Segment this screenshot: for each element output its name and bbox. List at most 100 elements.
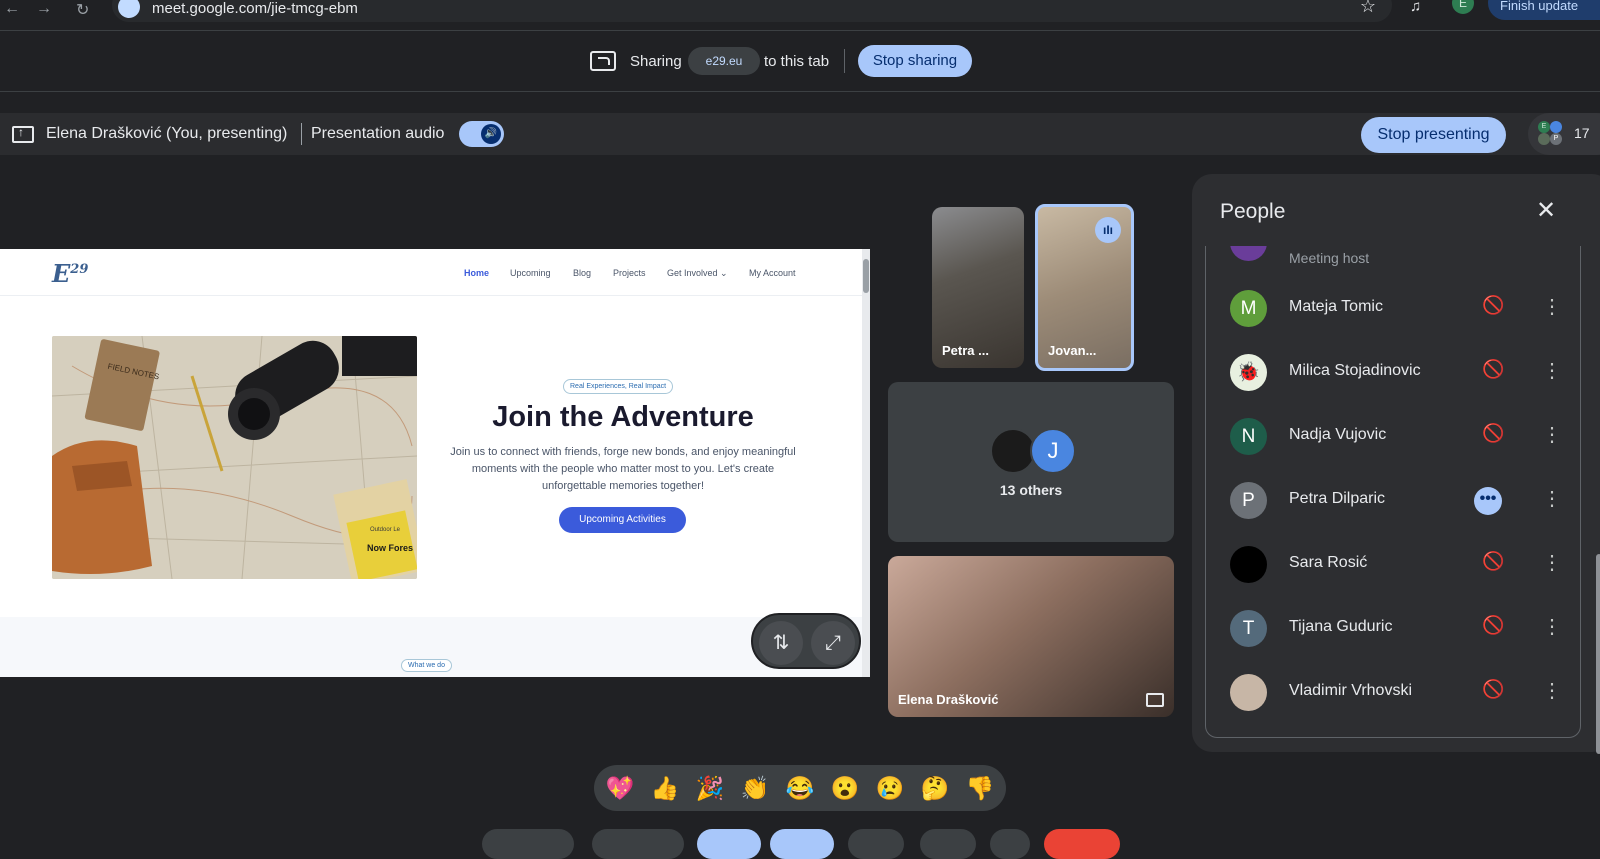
thumbs-down-reaction[interactable]: 👎: [962, 773, 998, 803]
participant-mini-avatar: [1538, 133, 1550, 145]
list-item[interactable]: 🐞 Milica Stojadinovic 🚫 ⋮: [1206, 340, 1580, 404]
presenter-name: Elena Drašković (You, presenting): [46, 125, 288, 142]
people-list: Meeting host M Mateja Tomic 🚫 ⋮ 🐞 Milica…: [1205, 246, 1581, 738]
people-panel-scrollbar[interactable]: [1596, 554, 1600, 754]
thinking-reaction[interactable]: 🤔: [917, 773, 953, 803]
shared-screen-scrollbar[interactable]: [862, 249, 870, 677]
close-icon[interactable]: ✕: [1536, 196, 1556, 225]
others-count-label: 13 others: [999, 482, 1063, 498]
person-name: Petra Dilparic: [1289, 490, 1386, 507]
site-nav-upcoming[interactable]: Upcoming: [510, 268, 551, 278]
to-tab-label: to this tab: [764, 53, 830, 70]
person-name: Tijana Guduric: [1289, 618, 1393, 635]
avatar: T: [1230, 610, 1267, 647]
tab-sharing-bar: Sharing e29.eu to this tab Stop sharing: [0, 30, 1600, 92]
party-popper-reaction[interactable]: 🎉: [692, 773, 728, 803]
swap-layout-icon[interactable]: ⇅: [759, 621, 803, 665]
scroll-thumb[interactable]: [863, 259, 869, 293]
mic-off-icon: 🚫: [1482, 551, 1505, 571]
picture-in-picture-icon[interactable]: [1146, 693, 1164, 707]
sparkling-heart-reaction[interactable]: 💖: [602, 773, 638, 803]
video-tile-petra[interactable]: Petra ...: [932, 207, 1024, 368]
people-panel: People ✕ Meeting host M Mateja Tomic 🚫 ⋮…: [1192, 174, 1600, 754]
hero-description: Join us to connect with friends, forge n…: [450, 446, 796, 492]
more-options-icon[interactable]: ⋮: [1542, 486, 1562, 511]
site-info-icon[interactable]: [118, 0, 140, 18]
book-cover-text: Now Fores: [367, 543, 413, 553]
expand-icon[interactable]: ⤢: [811, 621, 855, 665]
list-item[interactable]: T Tijana Guduric 🚫 ⋮: [1206, 596, 1580, 660]
participants-count: 17: [1574, 125, 1590, 141]
others-tile[interactable]: J 13 others: [888, 382, 1174, 542]
avatar: J: [1030, 428, 1076, 474]
url-text[interactable]: meet.google.com/jie-tmcg-ebm: [152, 0, 358, 17]
mic-off-icon: 🚫: [1482, 615, 1505, 635]
more-options-icon[interactable]: ⋮: [1542, 358, 1562, 383]
list-item[interactable]: P Petra Dilparic ••• ⋮: [1206, 468, 1580, 532]
speaking-indicator-icon: •••: [1474, 487, 1502, 515]
presentation-audio-label: Presentation audio: [311, 125, 445, 142]
captions-button[interactable]: [697, 829, 761, 859]
upcoming-activities-button[interactable]: Upcoming Activities: [559, 507, 686, 533]
present-button[interactable]: [770, 829, 834, 859]
mic-off-icon: 🚫: [1482, 359, 1505, 379]
more-options-icon[interactable]: ⋮: [1542, 294, 1562, 319]
reactions-bar: 💖 👍 🎉 👏 😂 😮 😢 🤔 👎: [594, 765, 1006, 811]
back-icon[interactable]: ←: [4, 0, 20, 18]
sharing-label: Sharing: [630, 53, 682, 70]
list-item[interactable]: N Nadja Vujovic 🚫 ⋮: [1206, 404, 1580, 468]
reactions-button[interactable]: [990, 829, 1030, 859]
participant-mini-avatar: P: [1550, 133, 1562, 145]
site-nav-get-involved[interactable]: Get Involved ⌄: [667, 268, 728, 279]
raise-hand-button[interactable]: [848, 829, 904, 859]
site-logo[interactable]: E29: [52, 259, 88, 288]
travel-photo-illustration: FIELD NOTES Now Fores Outdoor Le: [52, 336, 417, 579]
forward-icon[interactable]: →: [36, 0, 52, 18]
shared-domain-chip: e29.eu: [688, 47, 760, 75]
clapping-reaction[interactable]: 👏: [737, 773, 773, 803]
participant-mini-avatar: [1550, 121, 1562, 133]
site-nav-my-account[interactable]: My Account: [749, 268, 796, 278]
divider: [301, 123, 302, 145]
mic-control-button[interactable]: [482, 829, 574, 859]
participants-button[interactable]: E P 17: [1528, 113, 1600, 155]
sad-reaction[interactable]: 😢: [872, 773, 908, 803]
media-controls-icon[interactable]: ♫: [1410, 0, 1421, 15]
address-bar[interactable]: meet.google.com/jie-tmcg-ebm ☆: [112, 0, 1392, 22]
site-nav-home[interactable]: Home: [464, 268, 489, 278]
site-nav-projects[interactable]: Projects: [613, 268, 646, 278]
list-item[interactable]: Sara Rosić 🚫 ⋮: [1206, 532, 1580, 596]
avatar: 🐞: [1230, 354, 1267, 391]
bookmark-star-icon[interactable]: ☆: [1360, 0, 1376, 17]
more-options-button[interactable]: [920, 829, 976, 859]
camera-control-button[interactable]: [592, 829, 684, 859]
shared-screen: E29 Home Upcoming Blog Projects Get Invo…: [0, 249, 870, 677]
list-item[interactable]: M Mateja Tomic 🚫 ⋮: [1206, 276, 1580, 340]
reload-icon[interactable]: ↻: [76, 0, 89, 20]
more-options-icon[interactable]: ⋮: [1542, 678, 1562, 703]
laughing-reaction[interactable]: 😂: [782, 773, 818, 803]
participant-mini-avatar: E: [1538, 121, 1550, 133]
surprised-reaction[interactable]: 😮: [827, 773, 863, 803]
self-video-tile[interactable]: Elena Drašković: [888, 556, 1174, 717]
list-item[interactable]: Vladimir Vrhovski 🚫 ⋮: [1206, 660, 1580, 724]
person-name: Mateja Tomic: [1289, 298, 1383, 315]
profile-avatar[interactable]: E: [1452, 0, 1474, 14]
avatar: N: [1230, 418, 1267, 455]
site-nav-blog[interactable]: Blog: [573, 268, 591, 278]
more-options-icon[interactable]: ⋮: [1542, 422, 1562, 447]
stop-sharing-button[interactable]: Stop sharing: [858, 45, 972, 77]
video-tile-jovan[interactable]: ıIı Jovan...: [1035, 204, 1134, 371]
presentation-audio-toggle[interactable]: 🔊: [459, 121, 504, 147]
more-options-icon[interactable]: ⋮: [1542, 614, 1562, 639]
finish-update-button[interactable]: Finish update: [1488, 0, 1600, 20]
thumbs-up-reaction[interactable]: 👍: [647, 773, 683, 803]
more-options-icon[interactable]: ⋮: [1542, 550, 1562, 575]
person-name: Vladimir Vrhovski: [1289, 682, 1412, 699]
tile-name: Jovan...: [1048, 343, 1097, 358]
leave-call-button[interactable]: [1044, 829, 1120, 859]
stop-presenting-button[interactable]: Stop presenting: [1361, 117, 1506, 153]
volume-icon: 🔊: [481, 124, 501, 144]
hero-photo: FIELD NOTES Now Fores Outdoor Le: [52, 336, 417, 579]
person-name: Milica Stojadinovic: [1289, 362, 1421, 379]
